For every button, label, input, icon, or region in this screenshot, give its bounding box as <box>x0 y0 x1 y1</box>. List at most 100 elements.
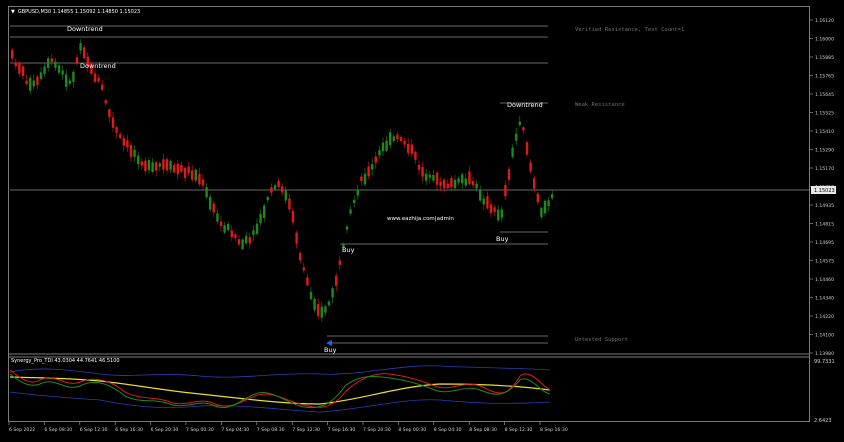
price-chart[interactable]: Verified Resistance, Test Count=1 Weak R… <box>0 0 844 442</box>
candle-body <box>252 230 255 235</box>
candle-body <box>327 301 331 306</box>
candle-body <box>108 109 111 118</box>
indicator-header: Synergy_Pro_TDI 43.0304 44.7641 46.5100 <box>11 358 120 364</box>
candle-body <box>72 72 75 82</box>
candle-body <box>309 291 313 300</box>
candle-body <box>79 43 82 51</box>
buy-label-2: Buy <box>496 235 509 243</box>
candle-body <box>497 209 500 221</box>
tdi-upper-band <box>9 365 551 378</box>
candle-body <box>417 164 421 170</box>
zone-label-weak-resistance: Weak Resistance <box>575 102 625 108</box>
candle-body <box>93 73 97 82</box>
price-tick-label: 1.14460 <box>815 277 834 283</box>
candle-body <box>522 127 525 131</box>
candle-body <box>11 49 14 59</box>
candle-body <box>36 76 39 86</box>
candle-body <box>453 179 457 189</box>
candle-body <box>212 203 215 213</box>
price-tick-label: 1.14695 <box>815 240 834 246</box>
candle-body <box>255 223 259 235</box>
candle-body <box>165 159 169 171</box>
indicator-axis-top: 99.7331 <box>814 359 835 365</box>
candle-body <box>32 80 35 87</box>
candle-body <box>500 209 503 218</box>
candle-body <box>345 226 349 230</box>
tdi-mid-line <box>9 376 551 405</box>
candle-body <box>331 288 334 298</box>
time-tick-label: 8 Sep 00:30 <box>398 427 426 433</box>
candle-body <box>407 143 410 153</box>
candle-body <box>25 80 28 85</box>
candle-body <box>209 196 212 210</box>
time-tick-label: 8 Sep 08:30 <box>469 427 497 433</box>
time-axis[interactable]: 6 Sep 2022 6 Sep 08:30 6 Sep 12:30 6 Sep 16… <box>8 422 568 433</box>
candlesticks[interactable] <box>11 39 554 322</box>
watermark: www.eazhija.com|admin <box>387 216 454 222</box>
candle-body <box>65 74 68 87</box>
time-tick-label: 6 Sep 2022 <box>9 427 35 433</box>
candle-body <box>435 172 439 185</box>
time-tick-label: 7 Sep 00:30 <box>186 427 214 433</box>
price-tick-label: 1.14935 <box>815 203 834 209</box>
candle-body <box>371 164 374 170</box>
candle-body <box>536 193 539 203</box>
candle-body <box>461 174 464 184</box>
candle-body <box>57 65 61 73</box>
candle-body <box>507 169 511 181</box>
time-tick-label: 6 Sep 12:30 <box>80 427 108 433</box>
time-tick-label: 8 Sep 04:30 <box>434 427 462 433</box>
candle-body <box>133 149 136 157</box>
candle-body <box>158 163 161 167</box>
candle-body <box>396 134 399 140</box>
level-lines <box>10 25 810 344</box>
candle-body <box>119 134 122 138</box>
candle-body <box>471 181 475 186</box>
candle-body <box>353 199 356 204</box>
candle-body <box>245 235 248 244</box>
candle-body <box>54 61 57 68</box>
candle-body <box>299 252 302 261</box>
candle-body <box>414 151 417 160</box>
candle-body <box>205 187 208 198</box>
price-tick-label: 1.15765 <box>815 74 834 80</box>
current-price-value: 1.15023 <box>814 188 835 194</box>
buy-label-1: Buy <box>342 246 355 254</box>
candle-body <box>533 178 536 189</box>
tdi-indicator[interactable] <box>9 365 551 413</box>
candle-body <box>486 196 489 209</box>
candle-body <box>446 183 449 189</box>
candle-body <box>97 78 100 82</box>
candle-body <box>511 147 514 157</box>
candle-body <box>464 178 467 186</box>
candle-body <box>479 189 482 201</box>
candle-body <box>169 160 172 170</box>
zone-label-untested-support: Untested Support <box>575 337 628 343</box>
candle-body <box>349 209 352 214</box>
candle-body <box>104 100 107 104</box>
candle-body <box>363 173 367 185</box>
price-tick-label: 1.14575 <box>815 259 834 265</box>
candle-body <box>162 159 165 170</box>
candle-body <box>410 144 413 154</box>
candle-body <box>317 304 320 317</box>
candle-body <box>126 140 129 148</box>
time-tick-label: 7 Sep 12:30 <box>292 427 320 433</box>
price-tick-label: 1.14100 <box>815 333 834 339</box>
candle-body <box>230 230 233 237</box>
candle-body <box>450 178 453 188</box>
candle-body <box>432 174 435 181</box>
candle-body <box>129 144 133 157</box>
time-tick-label: 6 Sep 16:30 <box>115 427 143 433</box>
candle-body <box>155 162 158 171</box>
candle-body <box>270 187 273 193</box>
time-tick-label: 7 Sep 16:30 <box>328 427 356 433</box>
candle-body <box>21 66 25 77</box>
candle-body <box>389 132 392 146</box>
candle-body <box>75 57 79 64</box>
candle-body <box>493 207 496 212</box>
candle-body <box>140 161 143 166</box>
candle-body <box>29 78 32 91</box>
candle-body <box>180 164 183 172</box>
candle-body <box>360 176 363 181</box>
